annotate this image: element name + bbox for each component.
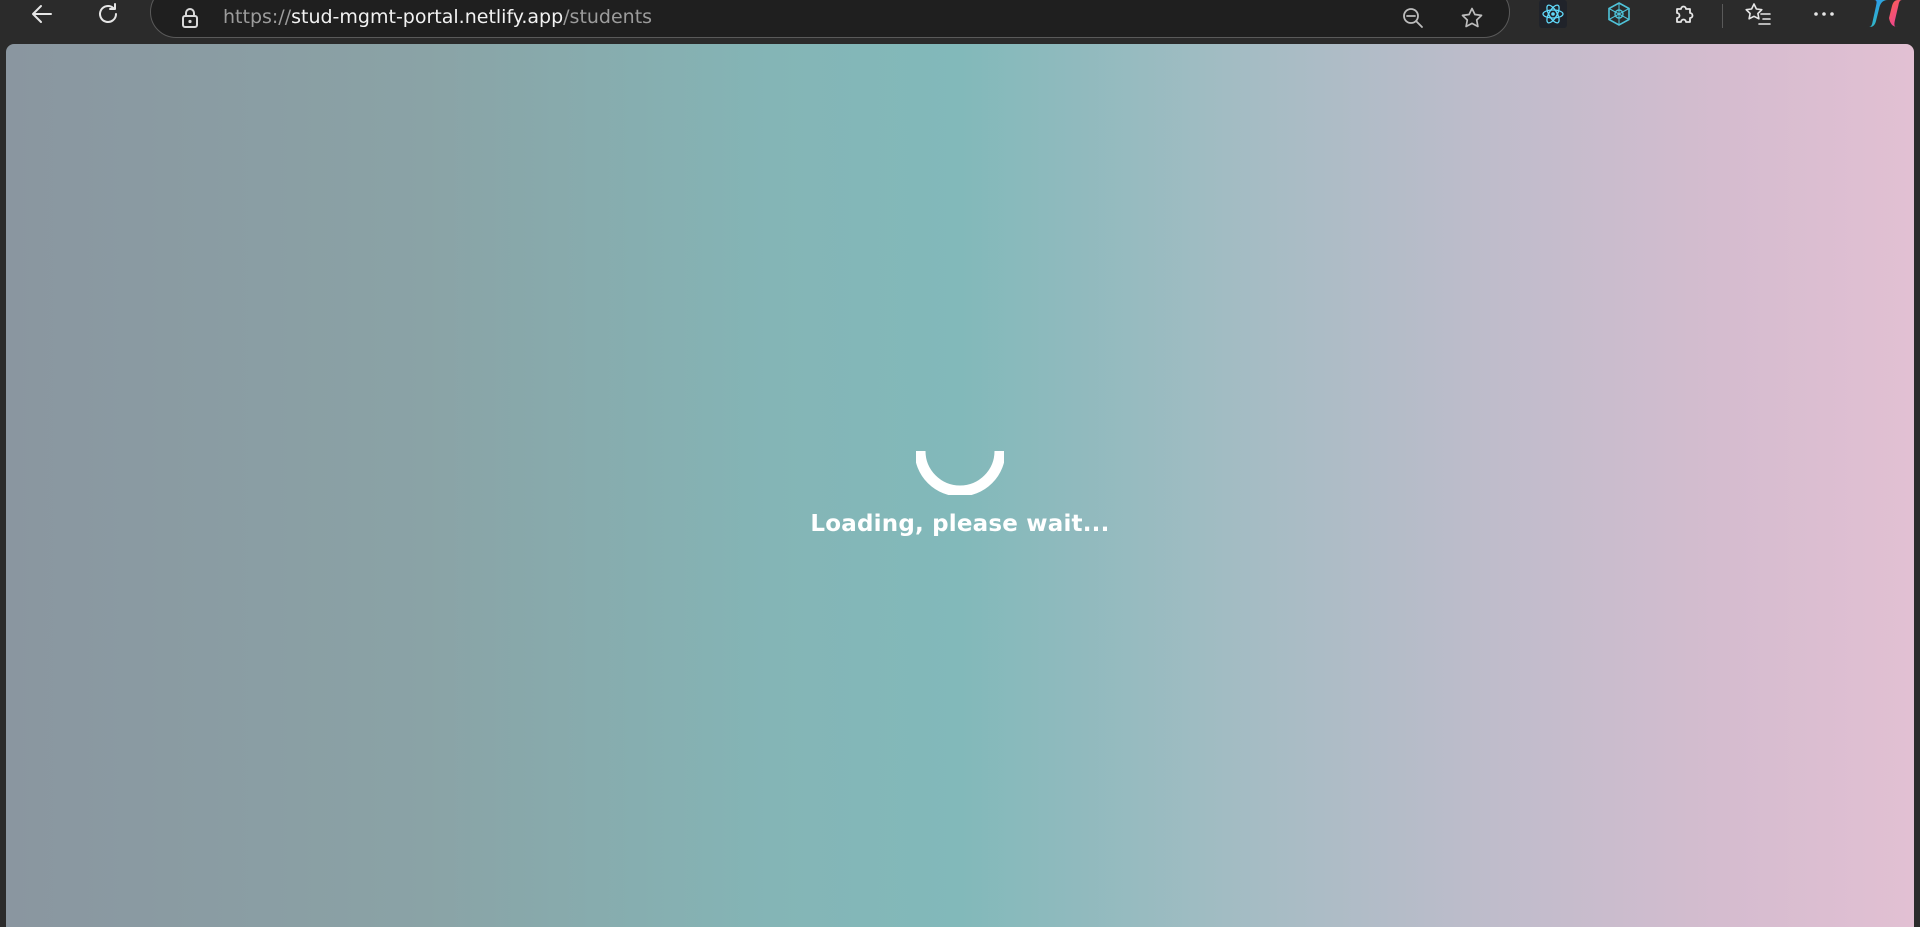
loading-spinner-icon bbox=[916, 407, 1004, 495]
more-icon[interactable] bbox=[1806, 0, 1842, 32]
loading-text: Loading, please wait... bbox=[810, 510, 1110, 537]
refresh-icon[interactable] bbox=[90, 0, 126, 32]
browser-toolbar: https://stud-mgmt-portal.netlify.app/stu… bbox=[0, 0, 1920, 44]
copilot-icon[interactable] bbox=[1868, 0, 1904, 28]
extension-icon[interactable] bbox=[1601, 0, 1637, 32]
puzzle-icon[interactable] bbox=[1667, 0, 1703, 32]
url-host: stud-mgmt-portal.netlify.app bbox=[291, 6, 564, 28]
zoom-out-icon[interactable] bbox=[1396, 1, 1430, 35]
loading-overlay: Loading, please wait... bbox=[6, 44, 1914, 927]
toolbar-divider bbox=[1722, 4, 1723, 28]
url-text[interactable]: https://stud-mgmt-portal.netlify.app/stu… bbox=[223, 3, 652, 31]
react-devtools-icon[interactable] bbox=[1539, 0, 1567, 28]
url-scheme: https:// bbox=[223, 6, 292, 28]
star-icon[interactable] bbox=[1455, 1, 1489, 35]
page-viewport: Loading, please wait... bbox=[6, 44, 1914, 927]
lock-icon[interactable] bbox=[175, 3, 205, 33]
url-path: /students bbox=[563, 6, 653, 28]
address-bar[interactable]: https://stud-mgmt-portal.netlify.app/stu… bbox=[150, 0, 1510, 38]
favorites-icon[interactable] bbox=[1740, 0, 1776, 32]
back-icon[interactable] bbox=[24, 0, 60, 32]
